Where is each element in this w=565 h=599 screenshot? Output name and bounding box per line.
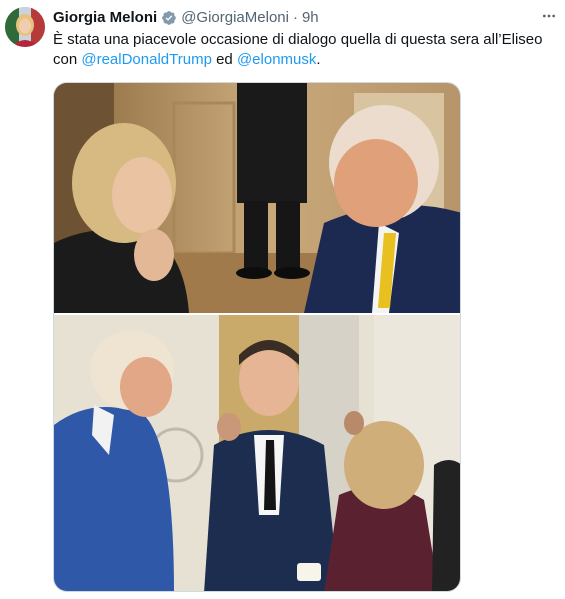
mention-realdonaldtrump[interactable]: @realDonaldTrump (81, 51, 212, 68)
timestamp[interactable]: 9h (302, 8, 319, 28)
tweet[interactable]: Giorgia Meloni @GiorgiaMeloni · 9h È sta… (0, 0, 565, 599)
more-options-icon[interactable] (537, 8, 561, 28)
tweet-text-part2: ed (211, 51, 237, 68)
verified-badge-icon (161, 10, 177, 26)
tweet-text-part3: . (316, 51, 321, 68)
tweet-header: Giorgia Meloni @GiorgiaMeloni · 9h (53, 8, 525, 28)
photo-meloni-trump[interactable] (54, 83, 460, 313)
handle[interactable]: @GiorgiaMeloni (181, 8, 289, 28)
media-grid (53, 82, 461, 592)
avatar[interactable] (5, 7, 45, 47)
mention-elonmusk[interactable]: @elonmusk (237, 51, 316, 68)
tweet-text: È stata una piacevole occasione di dialo… (53, 30, 558, 70)
separator-dot: · (292, 9, 298, 26)
display-name[interactable]: Giorgia Meloni (53, 8, 157, 28)
photo-trump-musk-meloni[interactable] (54, 315, 460, 591)
